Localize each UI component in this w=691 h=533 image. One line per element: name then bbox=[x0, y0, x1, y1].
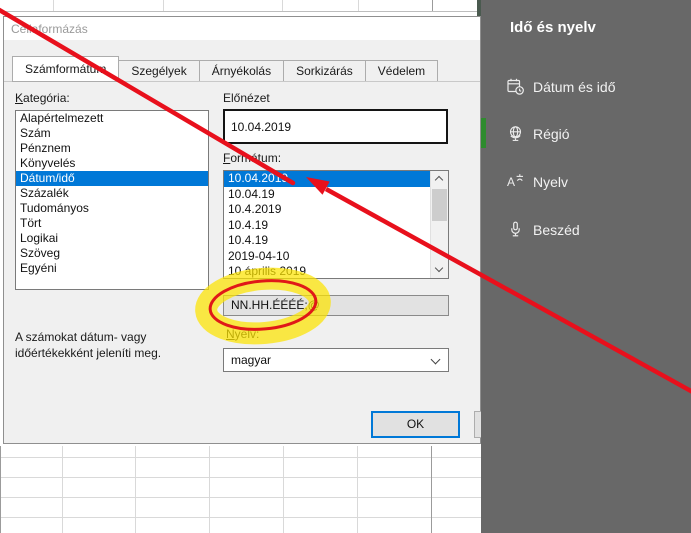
settings-item-beszed[interactable]: Beszéd bbox=[481, 216, 691, 246]
tab-szegelyek[interactable]: Szegélyek bbox=[119, 60, 199, 82]
globe-icon bbox=[507, 125, 524, 142]
list-item-selected[interactable]: 10.04.2019 bbox=[224, 171, 431, 187]
list-item[interactable]: 10.4.19 bbox=[224, 218, 431, 234]
list-item[interactable]: Egyéni bbox=[16, 261, 208, 276]
grid-line bbox=[0, 517, 481, 518]
list-item[interactable]: Könyvelés bbox=[16, 156, 208, 171]
list-item[interactable]: 10 április 2019 bbox=[224, 264, 431, 279]
preview-box: 10.04.2019 bbox=[223, 109, 448, 144]
chevron-down-icon bbox=[435, 264, 443, 272]
settings-item-datum-es-ido[interactable]: Dátum és idő bbox=[481, 73, 691, 103]
list-item[interactable]: Alapértelmezett bbox=[16, 111, 208, 126]
grid-line bbox=[0, 446, 1, 533]
list-item[interactable]: 10.04.19 bbox=[224, 187, 431, 203]
chevron-up-icon bbox=[435, 176, 443, 184]
grid-line bbox=[282, 0, 283, 11]
scrollbar-thumb[interactable] bbox=[432, 189, 447, 221]
format-code-field[interactable]: NN.HH.ÉÉÉÉ;@ bbox=[223, 295, 449, 316]
list-item-selected[interactable]: Dátum/idő bbox=[16, 171, 208, 186]
grid-line bbox=[0, 477, 481, 478]
list-item[interactable]: Tört bbox=[16, 216, 208, 231]
list-item[interactable]: Logikai bbox=[16, 231, 208, 246]
category-label: Kategória: bbox=[15, 91, 70, 105]
settings-item-label: Beszéd bbox=[533, 222, 580, 238]
language-dropdown[interactable]: magyar bbox=[223, 348, 449, 372]
settings-nav-panel: Idő és nyelv Dátum és idő bbox=[481, 0, 691, 533]
grid-line bbox=[209, 446, 210, 533]
settings-panel-title: Idő és nyelv bbox=[510, 19, 596, 36]
dialog-title: Cellaformázás bbox=[11, 22, 88, 36]
list-item[interactable]: Százalék bbox=[16, 186, 208, 201]
dialog-titlebar[interactable]: Cellaformázás bbox=[4, 17, 480, 40]
grid-line bbox=[0, 11, 481, 12]
grid-line bbox=[358, 0, 359, 11]
language-label: Nyelv: bbox=[226, 327, 259, 341]
list-item[interactable]: 2019-04-10 bbox=[224, 249, 431, 265]
tab-szamformatum[interactable]: Számformátum bbox=[12, 56, 119, 82]
grid-line bbox=[135, 446, 136, 533]
language-icon: A bbox=[507, 173, 524, 190]
list-item[interactable]: 10.4.19 bbox=[224, 233, 431, 249]
tab-strip: Számformátum Szegélyek Árnyékolás Sorkiz… bbox=[12, 58, 438, 82]
svg-text:A: A bbox=[507, 175, 515, 189]
list-item[interactable]: Szöveg bbox=[16, 246, 208, 261]
grid-line bbox=[53, 0, 54, 11]
grid-line bbox=[432, 0, 433, 11]
format-cells-dialog: Cellaformázás Számformátum Szegélyek Árn… bbox=[3, 16, 481, 444]
grid-line bbox=[62, 446, 63, 533]
grid-line bbox=[0, 457, 481, 458]
list-item[interactable]: Szám bbox=[16, 126, 208, 141]
tab-arnyekolas[interactable]: Árnyékolás bbox=[200, 60, 284, 82]
format-label: Formátum: bbox=[223, 151, 281, 165]
settings-item-label: Nyelv bbox=[533, 174, 568, 190]
microphone-icon bbox=[507, 221, 524, 238]
list-item[interactable]: Tudományos bbox=[16, 201, 208, 216]
settings-item-regio[interactable]: Régió bbox=[481, 120, 691, 150]
grid-line bbox=[163, 0, 164, 11]
category-listbox[interactable]: Alapértelmezett Szám Pénznem Könyvelés D… bbox=[15, 110, 209, 290]
preview-label: Előnézet bbox=[223, 91, 270, 105]
grid-line bbox=[283, 446, 284, 533]
tab-sorkizaras[interactable]: Sorkizárás bbox=[284, 60, 366, 82]
scrollbar[interactable] bbox=[430, 171, 448, 278]
chevron-down-icon bbox=[431, 355, 441, 365]
screen: Cellaformázás Számformátum Szegélyek Árn… bbox=[0, 0, 691, 533]
tab-vedelem[interactable]: Védelem bbox=[366, 60, 438, 82]
language-value: magyar bbox=[231, 353, 271, 367]
format-description: A számokat dátum- vagy időértékekként je… bbox=[15, 329, 187, 361]
settings-item-nyelv[interactable]: A Nyelv bbox=[481, 168, 691, 198]
scroll-down-button[interactable] bbox=[431, 262, 448, 278]
list-item[interactable]: Pénznem bbox=[16, 141, 208, 156]
grid-line bbox=[431, 446, 432, 533]
calendar-clock-icon bbox=[507, 78, 524, 95]
preview-value: 10.04.2019 bbox=[231, 120, 446, 134]
settings-item-label: Régió bbox=[533, 126, 570, 142]
scroll-up-button[interactable] bbox=[431, 171, 448, 187]
format-listbox[interactable]: 10.04.2019 10.04.19 10.4.2019 10.4.19 10… bbox=[223, 170, 449, 279]
list-item[interactable]: 10.4.2019 bbox=[224, 202, 431, 218]
grid-line bbox=[357, 446, 358, 533]
ok-button[interactable]: OK bbox=[371, 411, 460, 438]
grid-line bbox=[0, 497, 481, 498]
settings-item-label: Dátum és idő bbox=[533, 79, 615, 95]
